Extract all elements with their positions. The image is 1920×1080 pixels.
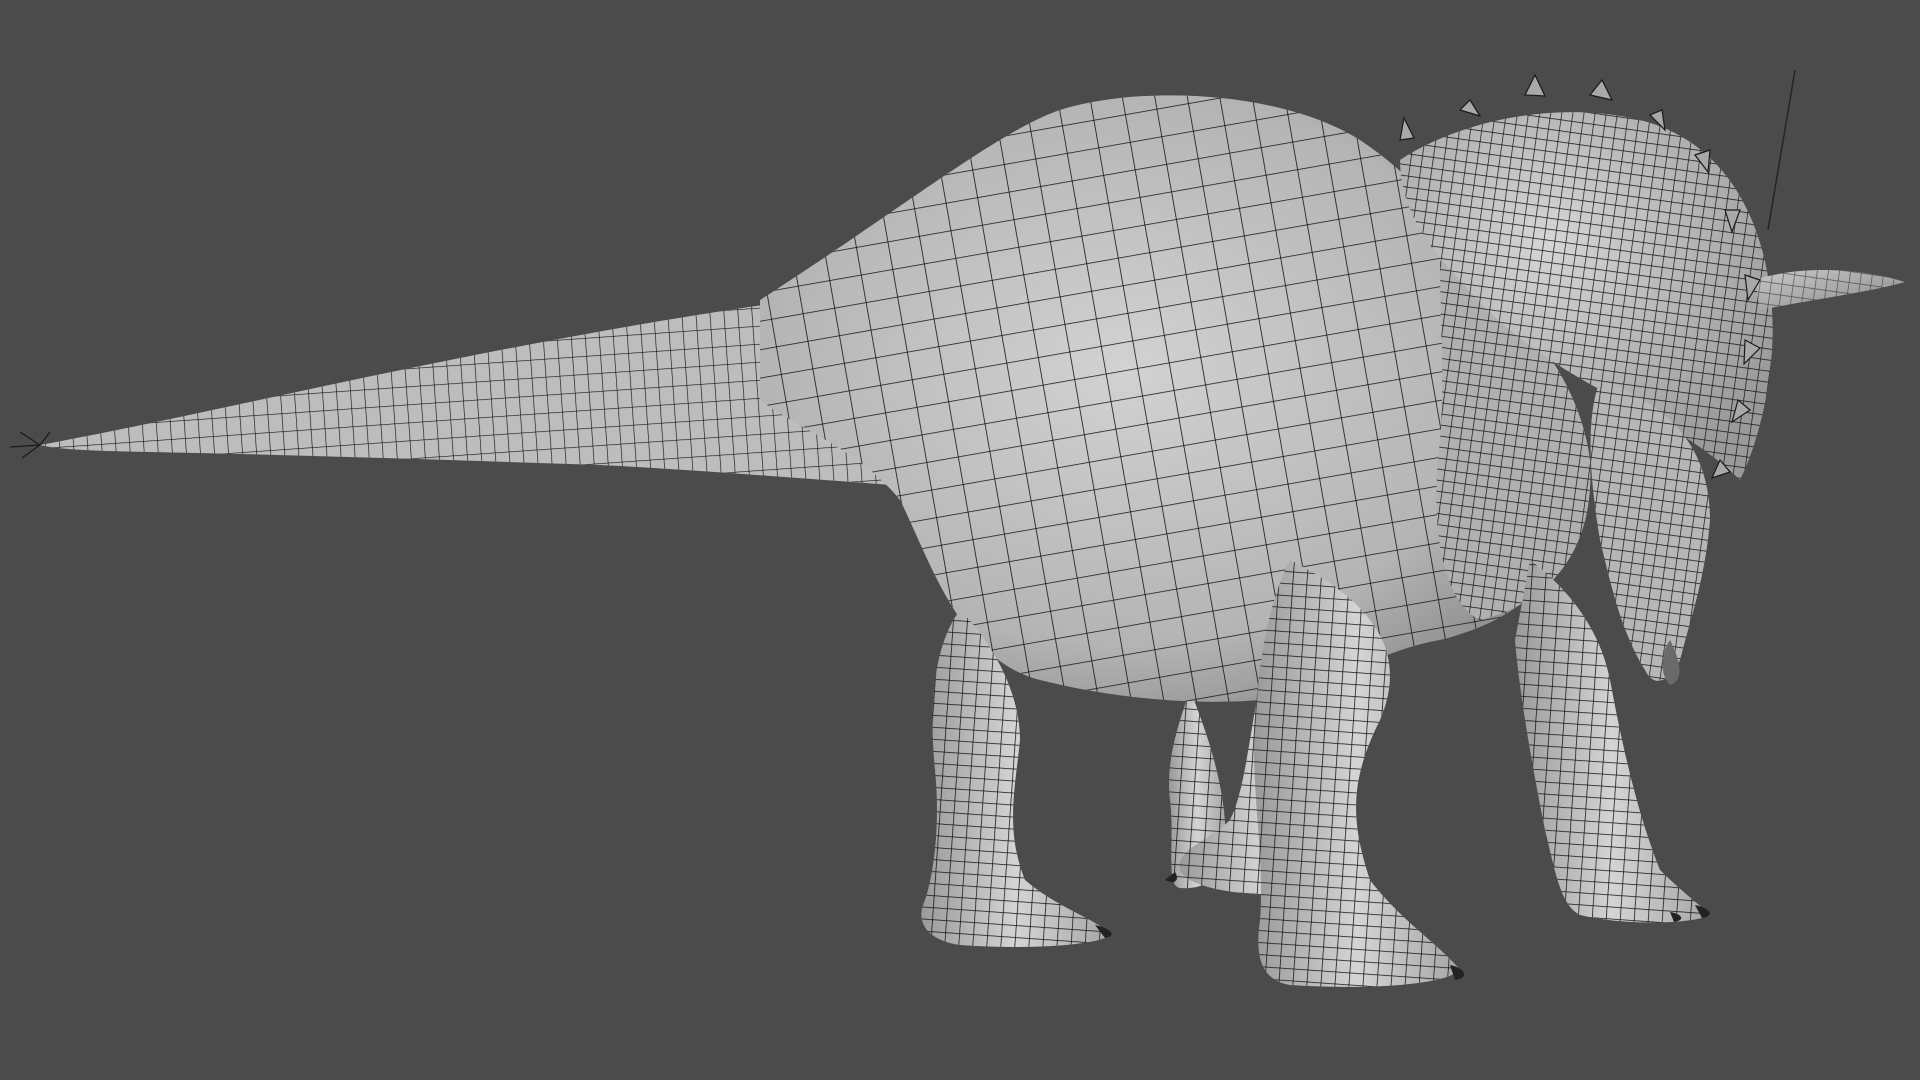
3d-viewport[interactable] [0,0,1920,1080]
viewport-canvas[interactable] [0,0,1920,1080]
